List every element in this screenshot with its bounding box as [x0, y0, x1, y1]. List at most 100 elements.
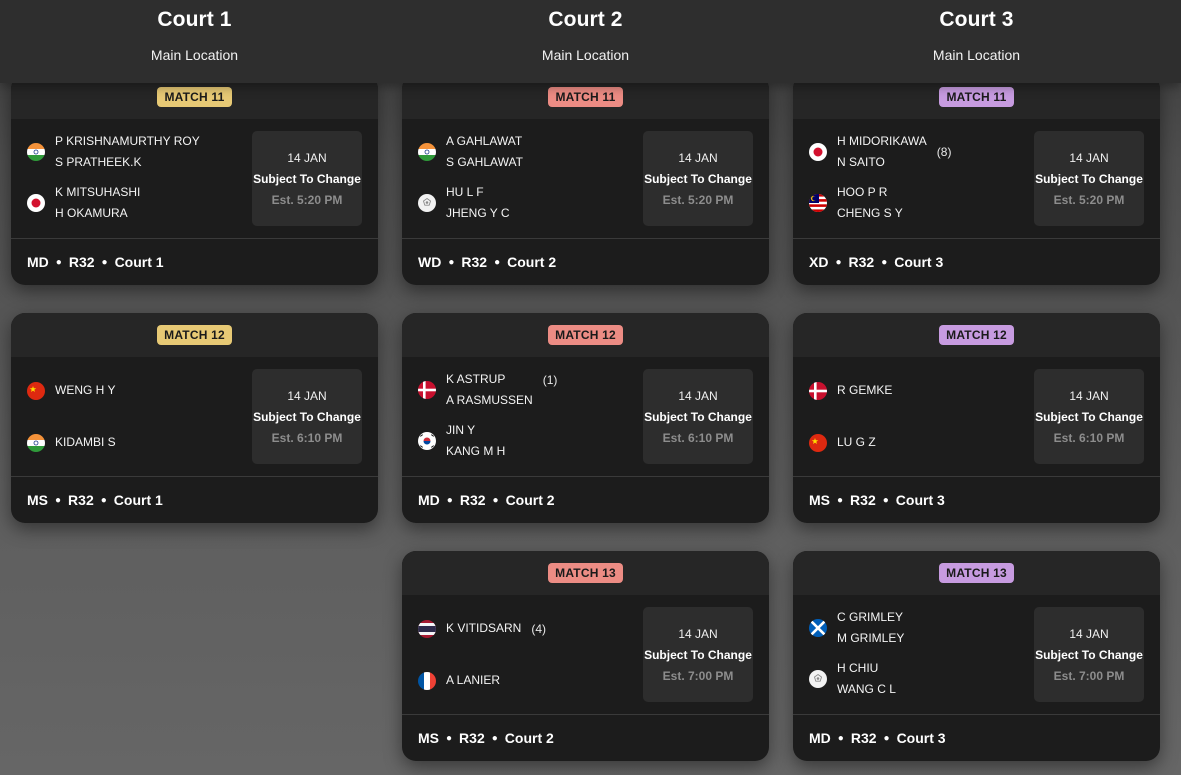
match-time-box: 14 JAN Subject To Change Est. 6:10 PM — [1034, 369, 1144, 464]
match-card-body: H MIDORIKAWA N SAITO (8) HOO P R CHENG S… — [793, 119, 1160, 239]
match-card[interactable]: MATCH 13 C GRIMLEY M GRIMLEY H CHIU WANG… — [793, 551, 1160, 761]
match-card[interactable]: MATCH 11 P KRISHNAMURTHY ROY S PRATHEEK.… — [11, 75, 378, 285]
player-name: JHENG Y C — [446, 206, 510, 220]
match-date: 14 JAN — [1069, 151, 1109, 165]
player-name: R GEMKE — [837, 383, 893, 397]
team-1: H MIDORIKAWA N SAITO (8) — [809, 131, 951, 173]
match-card-body: A GAHLAWAT S GAHLAWAT HU L F JHENG Y C 1… — [402, 119, 769, 239]
team-2: HU L F JHENG Y C — [418, 182, 510, 224]
match-card-header: MATCH 12 — [402, 313, 769, 357]
player-name: N SAITO — [837, 155, 885, 169]
match-number-badge: MATCH 13 — [939, 563, 1014, 583]
round: R32 — [459, 492, 486, 508]
separator-dot: ● — [883, 732, 890, 744]
player-name: K MITSUHASHI — [55, 185, 141, 199]
team-2: JIN Y KANG M H — [418, 420, 505, 462]
match-status: Subject To Change — [253, 410, 361, 424]
seed-number: (1) — [542, 372, 558, 387]
china-flag-icon — [809, 433, 827, 452]
estimated-time: Est. 6:10 PM — [1053, 431, 1125, 445]
court-title: Court 1 — [157, 8, 232, 31]
match-card-header: MATCH 13 — [402, 551, 769, 595]
match-time-box: 14 JAN Subject To Change Est. 6:10 PM — [252, 369, 362, 464]
match-card-body: WENG H Y KIDAMBI S 14 JAN Subject To Cha… — [11, 357, 378, 477]
team-1: K ASTRUP A RASMUSSEN (1) — [418, 369, 557, 411]
match-number-badge: MATCH 13 — [548, 563, 623, 583]
match-card[interactable]: MATCH 12 R GEMKE LU G Z 14 JAN Subject T… — [793, 313, 1160, 523]
court-title: Court 3 — [939, 8, 1014, 31]
match-date: 14 JAN — [287, 151, 327, 165]
player-name: S PRATHEEK.K — [55, 155, 142, 169]
separator-dot: ● — [55, 256, 62, 268]
player-name: A GAHLAWAT — [446, 134, 523, 148]
round: R32 — [68, 492, 94, 508]
match-status: Subject To Change — [644, 648, 752, 662]
team-2: KIDAMBI S — [27, 432, 116, 453]
player-name: C GRIMLEY — [837, 610, 904, 624]
team-2: H CHIU WANG C L — [809, 658, 896, 700]
round: R32 — [461, 254, 488, 270]
event-type: MD — [809, 730, 831, 746]
player-name: P KRISHNAMURTHY ROY — [55, 134, 200, 148]
seed-number: (4) — [531, 621, 547, 636]
event-type: XD — [809, 254, 829, 270]
team-1: R GEMKE — [809, 380, 892, 401]
match-card-footer: XD ● R32 ● Court 3 — [793, 239, 1160, 285]
france-flag-icon — [418, 671, 436, 690]
match-number-badge: MATCH 11 — [548, 87, 623, 107]
court-location: Main Location — [932, 47, 1021, 63]
player-name: LU G Z — [837, 435, 876, 449]
match-number-badge: MATCH 11 — [157, 87, 232, 107]
match-card-body: K ASTRUP A RASMUSSEN (1) JIN Y KANG M H … — [402, 357, 769, 477]
match-status: Subject To Change — [644, 172, 752, 186]
team-1: P KRISHNAMURTHY ROY S PRATHEEK.K — [27, 131, 200, 173]
match-card[interactable]: MATCH 11 A GAHLAWAT S GAHLAWAT HU L F JH… — [402, 75, 769, 285]
match-card-header: MATCH 13 — [793, 551, 1160, 595]
court-label: Court 3 — [895, 492, 945, 508]
separator-dot: ● — [448, 256, 455, 268]
team-2: LU G Z — [809, 432, 876, 453]
separator-dot: ● — [882, 494, 889, 506]
court-label: Court 2 — [505, 492, 555, 508]
court-1-header: Court 1 Main Location — [11, 0, 378, 83]
player-name: KANG M H — [446, 444, 506, 458]
court-label: Court 1 — [113, 492, 163, 508]
court-header-bar: Court 1 Main Location Court 2 Main Locat… — [0, 0, 1181, 83]
separator-dot: ● — [491, 732, 498, 744]
match-date: 14 JAN — [678, 627, 718, 641]
thailand-flag-icon — [418, 619, 436, 638]
separator-dot: ● — [492, 494, 499, 506]
team-1: K VITIDSARN (4) — [418, 618, 546, 639]
separator-dot: ● — [100, 494, 107, 506]
court-3-header: Court 3 Main Location — [793, 0, 1160, 83]
round: R32 — [850, 492, 876, 508]
match-time-box: 14 JAN Subject To Change Est. 5:20 PM — [643, 131, 753, 226]
separator-dot: ● — [494, 256, 501, 268]
match-status: Subject To Change — [1035, 410, 1143, 424]
estimated-time: Est. 7:00 PM — [1053, 669, 1125, 683]
event-type: MS — [809, 492, 830, 508]
player-name: M GRIMLEY — [837, 631, 905, 645]
court-title: Court 2 — [548, 8, 623, 31]
player-name: WENG H Y — [55, 383, 116, 397]
match-card[interactable]: MATCH 12 WENG H Y KIDAMBI S 14 JAN Subje… — [11, 313, 378, 523]
match-card[interactable]: MATCH 11 H MIDORIKAWA N SAITO (8) HOO P … — [793, 75, 1160, 285]
player-name: CHENG S Y — [837, 206, 903, 220]
malaysia-flag-icon — [809, 194, 827, 212]
match-date: 14 JAN — [1069, 627, 1109, 641]
separator-dot: ● — [446, 732, 453, 744]
match-status: Subject To Change — [253, 172, 361, 186]
team-2: A LANIER — [418, 670, 500, 691]
match-card[interactable]: MATCH 13 K VITIDSARN (4) A LANIER 14 JAN… — [402, 551, 769, 761]
separator-dot: ● — [837, 494, 844, 506]
match-card-footer: MD ● R32 ● Court 3 — [793, 715, 1160, 761]
estimated-time: Est. 6:10 PM — [271, 431, 343, 445]
round: R32 — [850, 730, 877, 746]
match-card-footer: MS ● R32 ● Court 1 — [11, 477, 378, 523]
match-time-box: 14 JAN Subject To Change Est. 7:00 PM — [643, 607, 753, 702]
match-card[interactable]: MATCH 12 K ASTRUP A RASMUSSEN (1) JIN Y — [402, 313, 769, 523]
match-card-body: R GEMKE LU G Z 14 JAN Subject To Change … — [793, 357, 1160, 477]
separator-dot: ● — [446, 494, 453, 506]
india-flag-icon — [418, 143, 436, 161]
seed-number: (8) — [936, 145, 952, 159]
